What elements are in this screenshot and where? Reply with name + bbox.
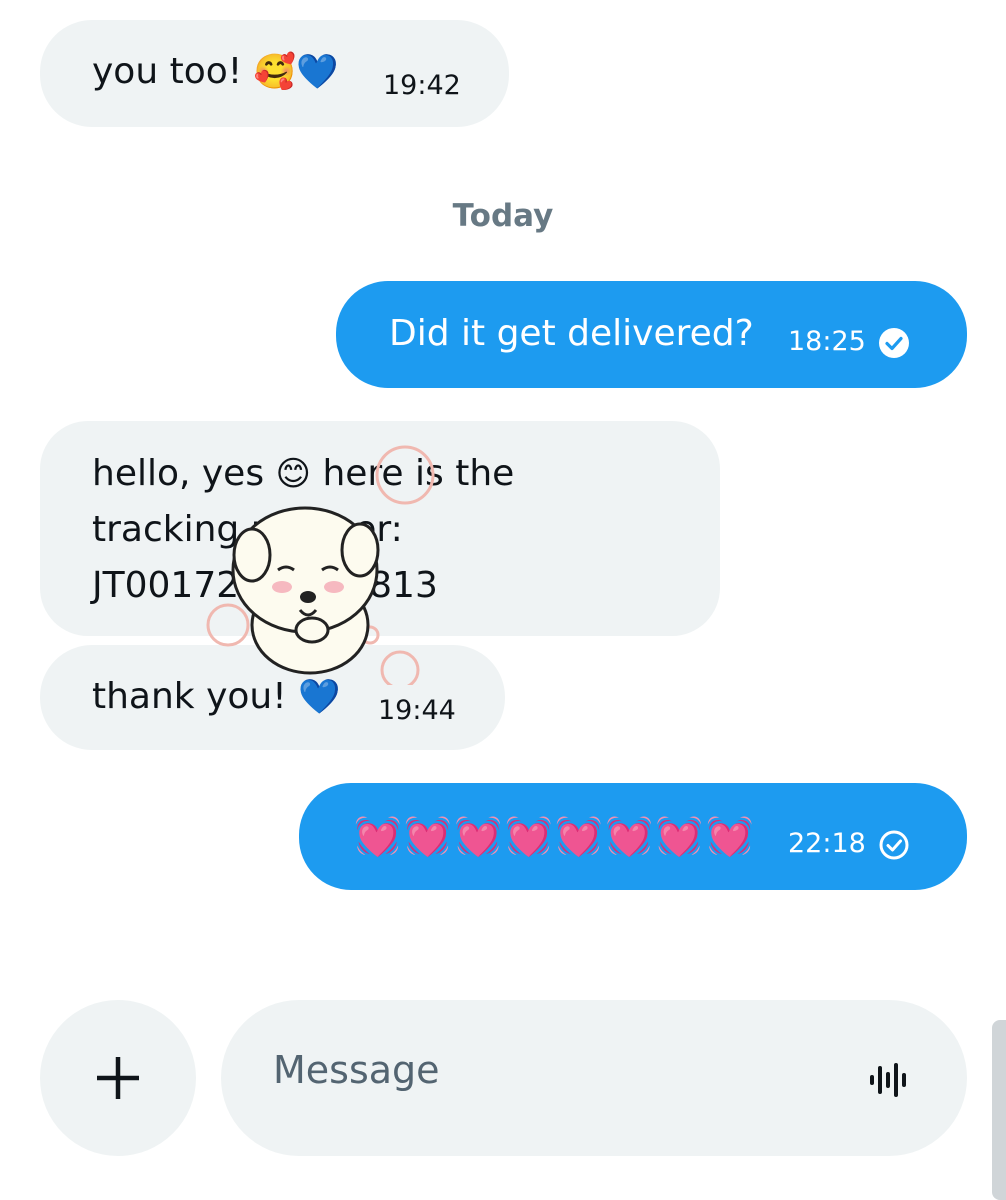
smiling-face-with-hearts-emoji: 🥰 — [253, 52, 296, 92]
message-placeholder: Message — [273, 1048, 440, 1092]
scrollbar[interactable] — [992, 1020, 1006, 1200]
sent-check-icon — [879, 830, 909, 860]
plus-icon — [95, 1055, 141, 1105]
add-attachment-button[interactable] — [40, 1000, 196, 1156]
blue-heart-emoji: 💙 — [295, 52, 339, 92]
message-timestamp: 19:42 — [383, 70, 461, 101]
message-timestamp: 22:18 — [788, 828, 866, 859]
message-bubble-incoming[interactable]: you too! 🥰💙 19:42 — [40, 20, 509, 127]
sent-check-icon — [879, 328, 909, 358]
message-text: you too! 🥰💙 — [92, 51, 339, 92]
message-text: Did it get delivered? — [389, 313, 754, 354]
message-bubble-outgoing[interactable]: Did it get delivered? 18:25 — [336, 281, 967, 388]
voice-waveform-icon[interactable] — [869, 1062, 911, 1102]
day-separator: Today — [452, 198, 554, 234]
message-timestamp: 19:44 — [378, 695, 456, 726]
message-timestamp: 18:25 — [788, 326, 866, 357]
message-bubble-outgoing[interactable]: 💓💓💓💓💓💓💓💓 22:18 — [299, 783, 967, 890]
message-input[interactable]: Message — [221, 1000, 967, 1156]
puppy-sticker[interactable] — [200, 435, 440, 690]
growing-heart-emojis: 💓💓💓💓💓💓💓💓 — [354, 814, 757, 858]
